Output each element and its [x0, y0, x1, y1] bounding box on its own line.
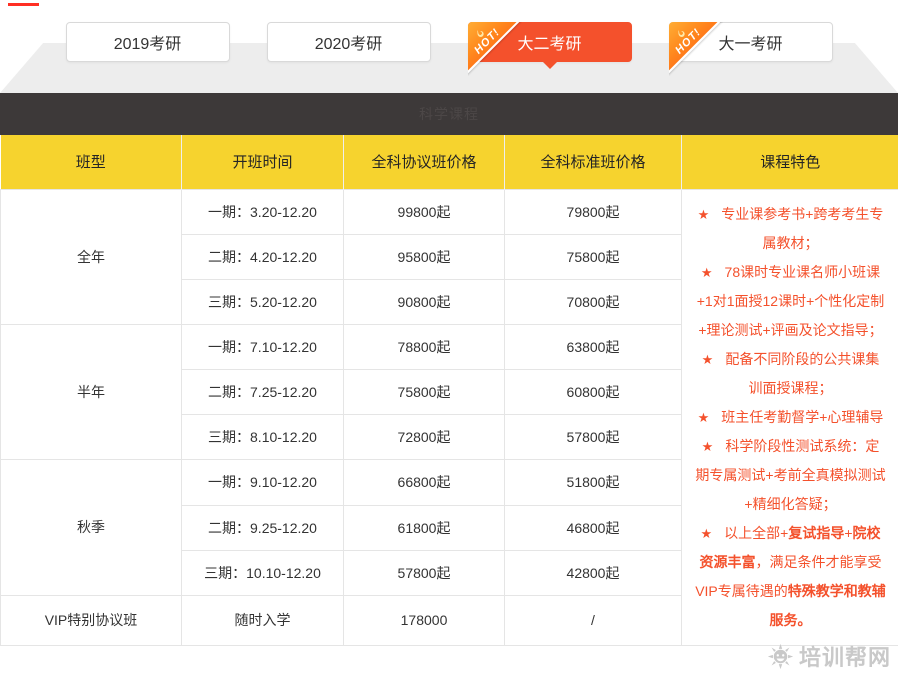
time-cell: 一期：9.10-12.20	[182, 460, 344, 506]
feature-item: ★班主任考勤督学+心理辅导	[695, 403, 886, 432]
standard-price-cell: 70800起	[505, 279, 682, 324]
hot-badge-label: HOT!	[673, 26, 703, 56]
feature-item: ★科学阶段性测试系统：定期专属测试+考前全真模拟测试+精细化答疑；	[695, 432, 886, 519]
class-type-cell: VIP特别协议班	[1, 595, 182, 645]
tab-label: 大一考研	[718, 30, 782, 54]
protocol-price-cell: 75800起	[344, 370, 505, 415]
time-cell: 三期：8.10-12.20	[182, 415, 344, 460]
header-course-features: 课程特色	[682, 135, 898, 189]
standard-price-cell: 79800起	[505, 189, 682, 234]
standard-price-cell: 42800起	[505, 550, 682, 595]
star-icon: ★	[700, 519, 712, 548]
star-icon: ★	[698, 200, 710, 229]
table-row: 全年 一期：3.20-12.20 99800起 79800起 ★专业课参考书+跨…	[1, 189, 898, 234]
star-icon: ★	[702, 432, 714, 461]
star-icon: ★	[702, 345, 714, 374]
time-cell: 二期：4.20-12.20	[182, 234, 344, 279]
star-icon: ★	[698, 403, 710, 432]
pricing-table: 班型 开班时间 全科协议班价格 全科标准班价格 课程特色 全年 一期：3.20-…	[0, 135, 898, 646]
protocol-price-cell: 72800起	[344, 415, 505, 460]
feature-item: ★以上全部+复试指导+院校资源丰富，满足条件才能享受VIP专属待遇的特殊教学和教…	[695, 519, 886, 635]
protocol-price-cell: 78800起	[344, 324, 505, 370]
time-cell: 一期：3.20-12.20	[182, 189, 344, 234]
protocol-price-cell: 95800起	[344, 234, 505, 279]
standard-price-cell: 75800起	[505, 234, 682, 279]
header-start-time: 开班时间	[182, 135, 344, 189]
time-cell: 随时入学	[182, 595, 344, 645]
hot-badge-label: HOT!	[472, 26, 502, 56]
feature-item: ★78课时专业课名师小班课+1对1面授12课时+个性化定制+理论测试+评画及论文…	[695, 258, 886, 345]
tab-2019-kaoyan[interactable]: 2019考研	[66, 22, 230, 62]
watermark-text: 培训帮网	[799, 640, 891, 672]
time-cell: 二期：7.25-12.20	[182, 370, 344, 415]
protocol-price-cell: 90800起	[344, 279, 505, 324]
standard-price-cell: /	[505, 595, 682, 645]
section-banner: 科学课程	[0, 93, 898, 135]
flame-icon	[673, 26, 689, 42]
class-type-cell: 全年	[1, 189, 182, 324]
time-cell: 一期：7.10-12.20	[182, 324, 344, 370]
class-type-cell: 半年	[1, 324, 182, 460]
active-tab-pointer	[542, 61, 558, 69]
header-class-type: 班型	[1, 135, 182, 189]
flame-icon	[472, 26, 488, 42]
time-cell: 三期：5.20-12.20	[182, 279, 344, 324]
tab-label: 大二考研	[517, 30, 581, 54]
protocol-price-cell: 57800起	[344, 550, 505, 595]
protocol-price-cell: 178000	[344, 595, 505, 645]
tab-2020-kaoyan[interactable]: 2020考研	[267, 22, 431, 62]
protocol-price-cell: 61800起	[344, 505, 505, 550]
standard-price-cell: 63800起	[505, 324, 682, 370]
tab-da-er-kaoyan-active[interactable]: HOT! 大二考研	[468, 22, 632, 62]
tab-label: 2020考研	[315, 30, 383, 54]
standard-price-cell: 57800起	[505, 415, 682, 460]
tab-da-yi-kaoyan[interactable]: HOT! 大一考研	[669, 22, 833, 62]
standard-price-cell: 51800起	[505, 460, 682, 506]
banner-title: 科学课程	[419, 104, 479, 124]
star-icon: ★	[701, 258, 713, 287]
top-red-dash	[8, 3, 39, 6]
header-standard-price: 全科标准班价格	[505, 135, 682, 189]
tab-label: 2019考研	[114, 30, 182, 54]
course-features-cell: ★专业课参考书+跨考考生专属教材； ★78课时专业课名师小班课+1对1面授12课…	[682, 189, 898, 645]
time-cell: 三期：10.10-12.20	[182, 550, 344, 595]
time-cell: 二期：9.25-12.20	[182, 505, 344, 550]
header-protocol-price: 全科协议班价格	[344, 135, 505, 189]
standard-price-cell: 46800起	[505, 505, 682, 550]
class-type-cell: 秋季	[1, 460, 182, 596]
table-header-row: 班型 开班时间 全科协议班价格 全科标准班价格 课程特色	[1, 135, 898, 189]
tab-bar: 2019考研 2020考研 HOT! 大二考研	[0, 22, 898, 62]
protocol-price-cell: 99800起	[344, 189, 505, 234]
protocol-price-cell: 66800起	[344, 460, 505, 506]
site-watermark: 培训帮网	[767, 640, 891, 672]
standard-price-cell: 60800起	[505, 370, 682, 415]
page: 2019考研 2020考研 HOT! 大二考研	[0, 0, 898, 681]
feature-item: ★配备不同阶段的公共课集训面授课程；	[695, 345, 886, 403]
feature-item: ★专业课参考书+跨考考生专属教材；	[695, 200, 886, 258]
sun-face-logo-icon	[767, 643, 794, 670]
